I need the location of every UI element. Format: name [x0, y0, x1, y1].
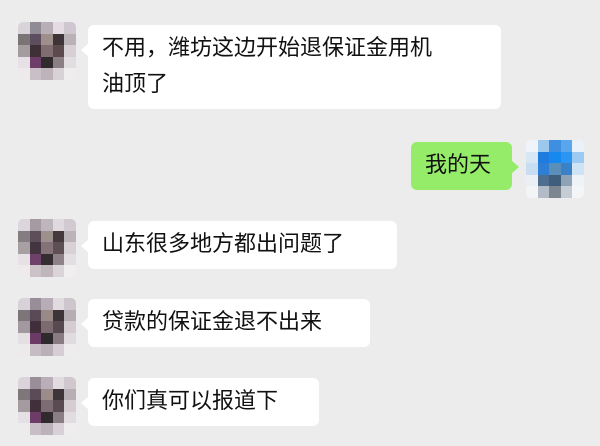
- contact-avatar[interactable]: [18, 219, 76, 277]
- message-bubble-incoming[interactable]: 贷款的保证金退不出来: [81, 299, 370, 347]
- message-bubble-incoming[interactable]: 你们真可以报道下: [81, 378, 319, 426]
- contact-avatar[interactable]: [18, 298, 76, 356]
- message-text: 山东很多地方都出问题了: [102, 232, 345, 257]
- message-bubble-outgoing[interactable]: 我的天: [411, 142, 519, 190]
- my-avatar[interactable]: [526, 140, 584, 198]
- contact-avatar[interactable]: [18, 377, 76, 435]
- message-text-line: 油顶了: [102, 72, 169, 97]
- message-text: 你们真可以报道下: [102, 389, 279, 414]
- message-text: 贷款的保证金退不出来: [102, 310, 323, 335]
- contact-avatar[interactable]: [18, 22, 76, 80]
- message-bubble-incoming[interactable]: 山东很多地方都出问题了: [81, 221, 397, 269]
- message-bubble-incoming[interactable]: 不用，潍坊这边开始退保证金用机 油顶了: [81, 25, 501, 109]
- chat-message-list: 不用，潍坊这边开始退保证金用机 油顶了 我的天 山东很多地方都出问题了 贷款的保…: [0, 0, 600, 446]
- message-text: 我的天: [425, 153, 492, 178]
- message-text-line: 不用，潍坊这边开始退保证金用机: [102, 36, 433, 61]
